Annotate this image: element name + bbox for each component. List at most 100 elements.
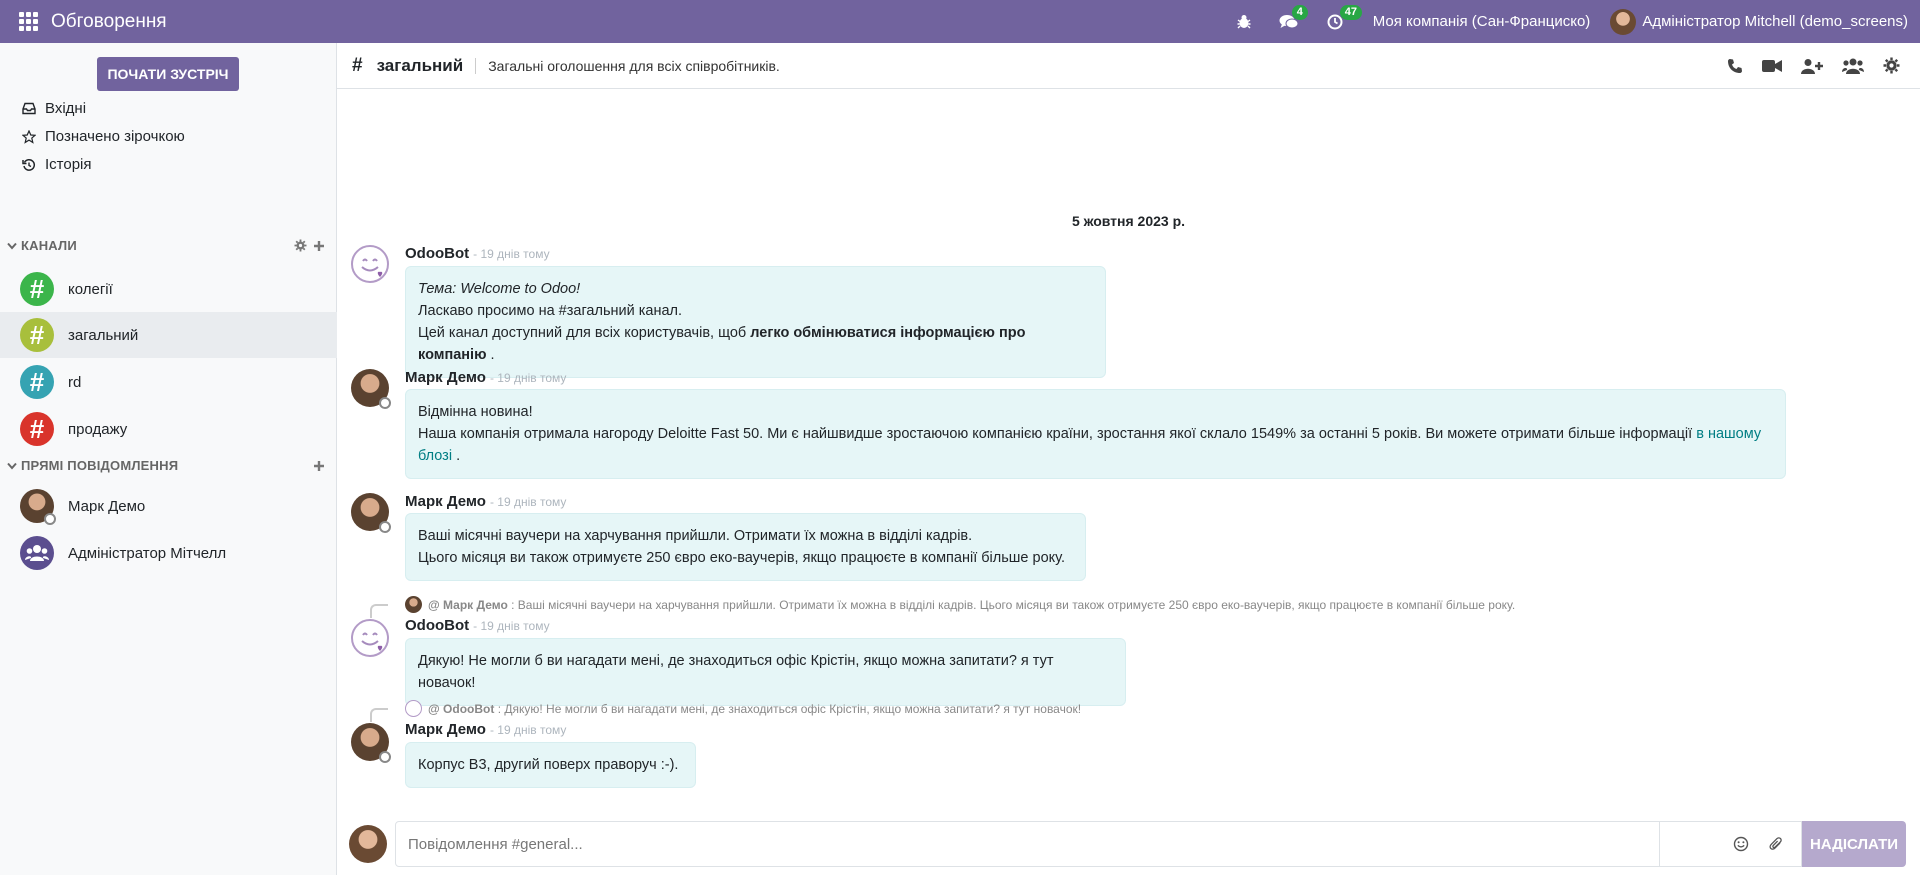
channels-section-header[interactable]: КАНАЛИ: [7, 238, 325, 253]
user-name: Адміністратор Mitchell (demo_screens): [1642, 13, 1908, 30]
emoji-icon[interactable]: [1733, 836, 1749, 852]
add-channel-plus-icon[interactable]: [313, 240, 325, 252]
channel-item-zahalnyi[interactable]: # загальний: [0, 312, 337, 358]
message-date: - 19 днів тому: [473, 247, 550, 261]
dm-label: Марк Демо: [68, 497, 146, 515]
video-call-icon[interactable]: [1762, 59, 1782, 73]
message-date: - 19 днів тому: [473, 619, 550, 633]
thread-settings-gear-icon[interactable]: [1883, 57, 1900, 74]
message-date: - 19 днів тому: [489, 371, 567, 385]
channel-settings-gear-icon[interactable]: [294, 239, 307, 252]
message-text: Наша компанія отримала нагороду Deloitte…: [418, 426, 1693, 442]
message-header: OdooBot - 19 днів тому: [405, 617, 550, 634]
add-direct-message-plus-icon[interactable]: [313, 460, 325, 472]
avatar[interactable]: [351, 723, 391, 763]
reply-reference[interactable]: @ OdooBot : Дякую! Не могли б ви нагадат…: [405, 700, 1081, 717]
channel-item-prodazhu[interactable]: # продажу: [0, 406, 337, 452]
message-list: 5 жовтня 2023 р. OdooBot - 19 днів тому Т…: [337, 89, 1920, 815]
message-text: Welcome to Odoo!: [460, 281, 581, 297]
message-text: .: [456, 448, 461, 464]
mailbox-label: Історія: [45, 156, 92, 173]
reply-connector: [370, 708, 388, 722]
avatar[interactable]: [351, 493, 391, 533]
avatar[interactable]: [351, 369, 391, 409]
message-author[interactable]: OdooBot: [405, 617, 469, 634]
channel-label: колегії: [68, 280, 113, 298]
message-text: Відмінна новина!: [418, 404, 533, 420]
paperclip-attach-icon[interactable]: [1769, 836, 1783, 852]
reply-text: : Ваші місячні ваучери на харчування при…: [511, 597, 1516, 612]
channel-label: rd: [68, 373, 82, 391]
mailbox-history[interactable]: Історія: [22, 156, 92, 173]
composer-tools: [1659, 821, 1802, 867]
message-input[interactable]: [395, 821, 1660, 867]
history-icon: [22, 158, 35, 171]
reply-reference[interactable]: @ Марк Демо : Ваші місячні ваучери на ха…: [405, 596, 1515, 613]
channel-label: продажу: [68, 420, 128, 438]
inbox-icon: [22, 102, 36, 115]
activities-clock-icon[interactable]: 47: [1327, 4, 1362, 30]
user-menu[interactable]: Адміністратор Mitchell (demo_screens): [1610, 8, 1908, 35]
dm-label: Адміністратор Мітчелл: [68, 544, 227, 562]
dm-item-mark-demo[interactable]: Марк Демо: [0, 483, 337, 529]
avatar: [20, 489, 56, 525]
bug-icon[interactable]: [1237, 14, 1251, 29]
direct-messages-section-header[interactable]: ПРЯМІ ПОВІДОМЛЕННЯ: [7, 458, 325, 473]
channel-hash-icon: #: [20, 318, 54, 352]
message-author[interactable]: OdooBot: [405, 245, 469, 262]
start-meeting-button[interactable]: ПОЧАТИ ЗУСТРІЧ: [97, 57, 239, 91]
odoobot-avatar[interactable]: [351, 619, 389, 657]
message-header: OdooBot - 19 днів тому: [405, 245, 550, 262]
members-list-icon[interactable]: [1842, 58, 1864, 74]
thread-title[interactable]: загальний: [377, 56, 464, 76]
mailbox-label: Вхідні: [45, 100, 87, 117]
channel-hash-icon: #: [352, 54, 363, 76]
send-button[interactable]: НАДІСЛАТИ: [1802, 821, 1906, 867]
message-bubble: Дякую! Не могли б ви нагадати мені, де з…: [405, 638, 1126, 706]
app-title[interactable]: Обговорення: [51, 11, 167, 33]
message-header: Марк Демо - 19 днів тому: [405, 721, 566, 738]
invite-user-icon[interactable]: [1801, 58, 1823, 74]
dm-item-admin-mitchell[interactable]: Адміністратор Мітчелл: [0, 530, 337, 576]
odoobot-avatar[interactable]: [351, 245, 389, 283]
message-composer: НАДІСЛАТИ: [337, 815, 1920, 875]
message-date: - 19 днів тому: [489, 723, 567, 737]
thread-header: # загальний Загальні оголошення для всіх…: [337, 43, 1920, 89]
mailbox-inbox[interactable]: Вхідні: [22, 100, 86, 117]
message-date: - 19 днів тому: [489, 495, 567, 509]
channel-item-rd[interactable]: # rd: [0, 359, 337, 405]
channel-item-kolehii[interactable]: # колегії: [0, 266, 337, 312]
message-text: Ваші місячні ваучери на харчування прийш…: [418, 528, 973, 544]
message-header: Марк Демо - 19 днів тому: [405, 493, 566, 510]
status-offline-icon: [379, 751, 391, 763]
messages-icon[interactable]: 4: [1279, 4, 1308, 30]
avatar: [405, 596, 422, 613]
group-users-icon: [20, 536, 54, 570]
discuss-sidebar: ПОЧАТИ ЗУСТРІЧ Вхідні Позначено зірочкою…: [0, 43, 337, 875]
date-separator: 5 жовтня 2023 р.: [1071, 213, 1186, 229]
reply-author: @ OdooBot: [428, 701, 495, 716]
apps-grid-icon[interactable]: [19, 12, 38, 31]
message-author[interactable]: Марк Демо: [405, 493, 486, 510]
company-switcher[interactable]: Моя компанія (Сан-Франциско): [1373, 13, 1591, 30]
message-bubble: Тема: Welcome to Odoo! Ласкаво просимо н…: [405, 266, 1106, 378]
message-text: Корпус B3, другий поверх праворуч :-).: [418, 757, 679, 773]
activities-badge: 47: [1339, 4, 1362, 20]
mailbox-starred[interactable]: Позначено зірочкою: [22, 128, 185, 145]
message-bubble: Корпус B3, другий поверх праворуч :-).: [405, 742, 696, 788]
message-bubble: Ваші місячні ваучери на харчування прийш…: [405, 513, 1086, 581]
messages-badge: 4: [1291, 4, 1308, 20]
thread-description[interactable]: Загальні оголошення для всіх співробітни…: [475, 57, 780, 74]
status-offline-icon: [379, 521, 391, 533]
channels-header-label: КАНАЛИ: [21, 238, 77, 253]
message-author[interactable]: Марк Демо: [405, 369, 486, 386]
user-avatar: [1610, 8, 1637, 35]
phone-call-icon[interactable]: [1727, 58, 1743, 74]
message-author[interactable]: Марк Демо: [405, 721, 486, 738]
odoobot-avatar: [405, 700, 422, 717]
message-bubble: Відмінна новина! Наша компанія отримала …: [405, 389, 1786, 479]
chevron-down-icon: [7, 462, 17, 470]
channel-hash-icon: #: [20, 272, 54, 306]
message-header: Марк Демо - 19 днів тому: [405, 369, 566, 386]
message-text: Цей канал доступний для всіх користувачі…: [418, 325, 747, 341]
